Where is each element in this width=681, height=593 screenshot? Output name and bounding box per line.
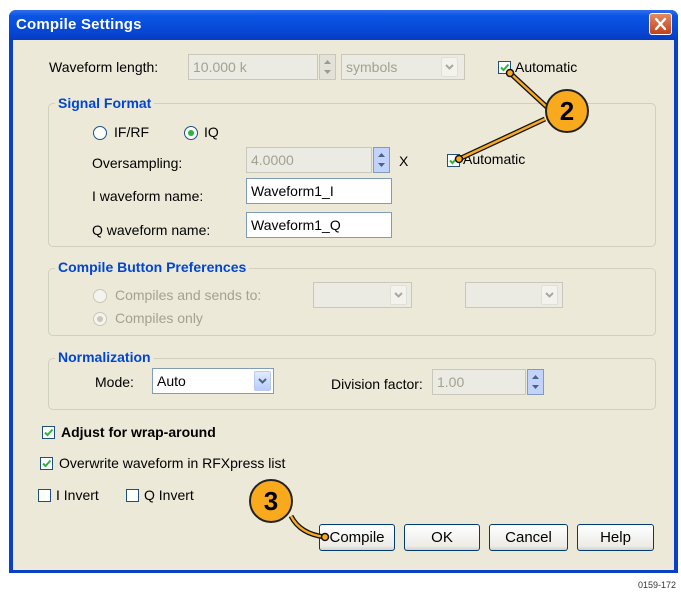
callout-2: 2 — [545, 89, 589, 133]
callout-2-leaders — [454, 68, 551, 164]
figure-id: 0159-172 — [638, 580, 677, 590]
callout-leader-lines — [288, 68, 551, 542]
callout-3: 3 — [249, 479, 293, 523]
callout-3-leader — [288, 514, 330, 542]
